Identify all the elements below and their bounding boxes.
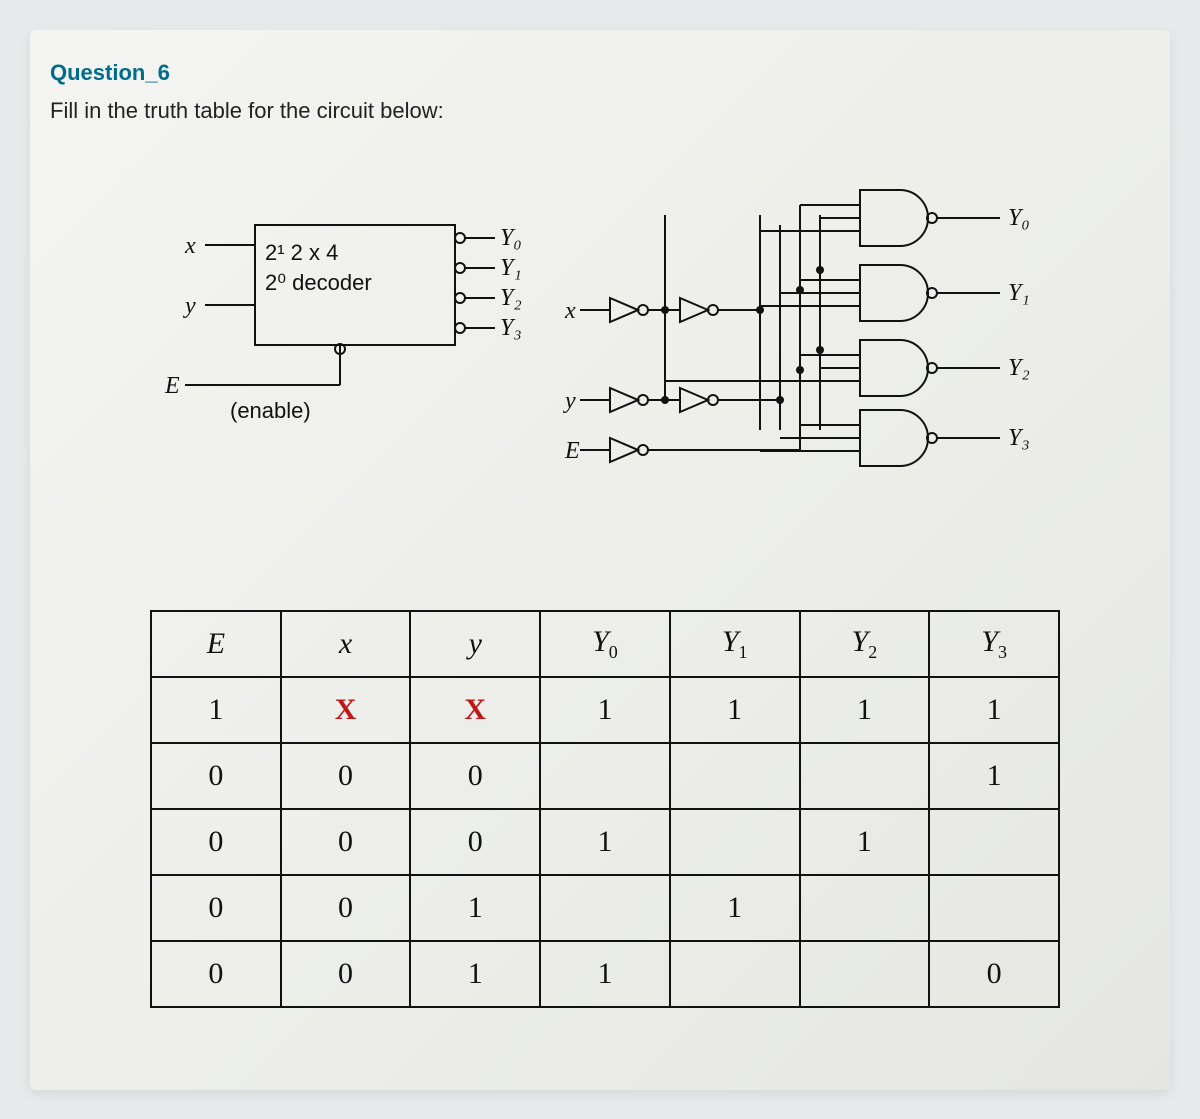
table-cell: 1 (670, 677, 800, 743)
table-cell (929, 809, 1059, 875)
table-header: Y0 (540, 611, 670, 677)
worksheet-sheet: Question_6 Fill in the truth table for t… (30, 30, 1170, 1090)
gate-input-E: E (564, 438, 580, 464)
table-cell: X (410, 677, 540, 743)
gate-output-y2: Y₂ (1008, 355, 1030, 381)
table-cell (800, 941, 930, 1007)
circuit-diagram: 2¹ 2 x 4 2⁰ decoder x y E (enable) Y₀ Y₁… (160, 170, 1060, 510)
table-cell (800, 743, 930, 809)
table-cell: X (281, 677, 411, 743)
table-cell: 0 (281, 875, 411, 941)
table-cell (540, 875, 670, 941)
table-cell: 0 (410, 809, 540, 875)
table-cell: 0 (151, 875, 281, 941)
table-cell: 0 (151, 941, 281, 1007)
table-cell: 0 (929, 941, 1059, 1007)
table-cell: 1 (540, 809, 670, 875)
table-cell (929, 875, 1059, 941)
table-header: Y2 (800, 611, 930, 677)
table-cell: 1 (151, 677, 281, 743)
decoder-out-y1: Y₁ (500, 255, 522, 281)
decoder-input-x: x (184, 233, 196, 259)
table-cell (670, 743, 800, 809)
decoder-line1: 2¹ 2 x 4 (265, 240, 338, 265)
table-cell: 0 (410, 743, 540, 809)
table-cell: 1 (929, 743, 1059, 809)
table-cell: 0 (281, 743, 411, 809)
decoder-out-y3: Y₃ (500, 315, 522, 341)
truth-table: ExyY0Y1Y2Y31XX1111000100011001100110 (150, 610, 1060, 1008)
table-cell: 1 (929, 677, 1059, 743)
table-cell: 1 (540, 677, 670, 743)
decoder-out-y0: Y₀ (500, 225, 522, 251)
gate-output-y0: Y₀ (1008, 205, 1030, 231)
table-cell (540, 743, 670, 809)
gate-input-y: y (563, 388, 576, 414)
decoder-input-y: y (183, 293, 196, 319)
table-cell (670, 941, 800, 1007)
gate-output-y1: Y₁ (1008, 280, 1030, 306)
table-header: Y1 (670, 611, 800, 677)
table-header: E (151, 611, 281, 677)
table-header: Y3 (929, 611, 1059, 677)
question-title: Question_6 (50, 60, 170, 86)
table-cell: 0 (281, 941, 411, 1007)
table-cell: 1 (410, 875, 540, 941)
gate-input-x: x (564, 298, 576, 324)
decoder-line2: 2⁰ decoder (265, 270, 372, 295)
table-cell: 1 (670, 875, 800, 941)
decoder-out-y2: Y₂ (500, 285, 522, 311)
table-cell (670, 809, 800, 875)
table-cell: 1 (540, 941, 670, 1007)
table-cell: 1 (410, 941, 540, 1007)
table-header: y (410, 611, 540, 677)
question-prompt: Fill in the truth table for the circuit … (50, 98, 444, 124)
table-cell: 1 (800, 677, 930, 743)
decoder-input-E: E (164, 373, 180, 399)
table-cell: 1 (800, 809, 930, 875)
table-cell: 0 (151, 743, 281, 809)
gate-output-y3: Y₃ (1008, 425, 1030, 451)
table-header: x (281, 611, 411, 677)
table-cell: 0 (281, 809, 411, 875)
table-cell (800, 875, 930, 941)
enable-label: (enable) (230, 398, 311, 423)
table-cell: 0 (151, 809, 281, 875)
